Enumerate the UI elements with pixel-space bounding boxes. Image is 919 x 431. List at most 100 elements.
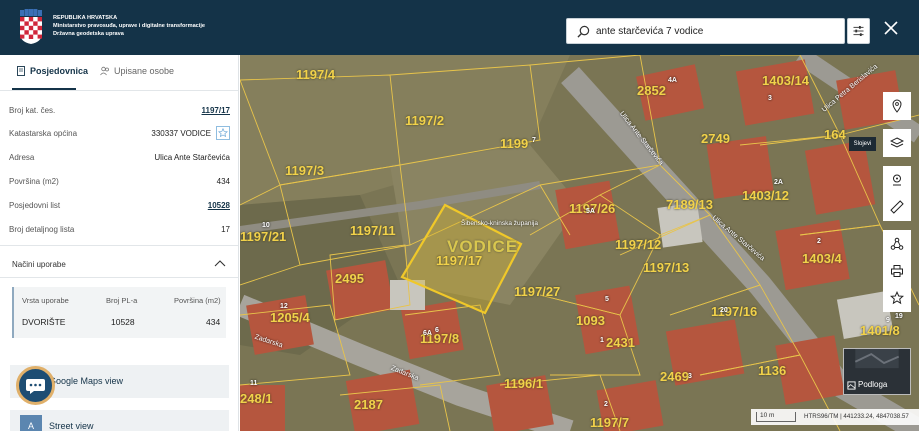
scale-indicator: 10 m xyxy=(756,412,796,422)
parcel-label: 2431 xyxy=(606,335,635,350)
scale-bar: 10 m HTRS96/TM | 441233.24, 4847038.57 xyxy=(751,409,919,425)
location-pin-icon xyxy=(892,99,902,113)
map-view[interactable]: 1197/4 1197/2 1199 1197/3 1197/21 1197/1… xyxy=(240,55,919,431)
table-header: Površina (m2) xyxy=(174,296,221,305)
chat-button[interactable] xyxy=(16,366,55,405)
tab-label: Posjedovnica xyxy=(30,66,89,76)
parcel-label: 1197/11 xyxy=(350,223,396,238)
divider xyxy=(0,245,238,246)
google-maps-view-label: Google Maps view xyxy=(49,376,124,386)
street-view-badge: A xyxy=(20,415,42,431)
table-header: Broj PL-a xyxy=(106,296,138,305)
building-number: 2A xyxy=(774,179,783,186)
building-number: 7 xyxy=(532,137,536,144)
parcel-label: 1199 xyxy=(500,136,529,151)
org-line-3: Državna geodetska uprava xyxy=(53,31,124,37)
building-number: 19 xyxy=(895,313,903,320)
tab-label: Upisane osobe xyxy=(114,66,175,76)
field-broj-kat-ces: Broj kat. čes. 1197/17 xyxy=(9,103,230,119)
field-posjedovni-list: Posjedovni list 10528 xyxy=(9,198,230,214)
parcel-label: 1197/21 xyxy=(240,229,287,244)
parcel-label: 1197/27 xyxy=(514,284,561,299)
county-label: Šibensko-kninska županija xyxy=(461,220,538,227)
field-value: Ulica Ante Starčevića xyxy=(154,153,230,162)
table-cell: 434 xyxy=(206,317,221,327)
field-label: Površina (m2) xyxy=(9,177,59,186)
building-number: 12 xyxy=(280,303,288,310)
favorite-star-icon[interactable] xyxy=(216,126,230,140)
share-button[interactable] xyxy=(883,230,911,258)
favorite-button[interactable] xyxy=(883,284,911,312)
building-number: 3 xyxy=(768,95,772,102)
layers-button[interactable] xyxy=(883,129,911,157)
field-katastarska-opcina: Katastarska općina 330337 VODICE xyxy=(9,126,230,142)
building-number: 2 xyxy=(604,401,608,408)
parcel-label: 1197/3 xyxy=(285,163,325,178)
parcel-label: 1197/7 xyxy=(590,415,630,430)
parcel-label: 1197/13 xyxy=(643,260,690,275)
close-icon[interactable] xyxy=(879,16,903,40)
field-label: Katastarska općina xyxy=(9,129,78,138)
basemap-preview xyxy=(854,349,900,369)
org-line-2: Ministarstvo pravosuđa, uprave i digital… xyxy=(53,23,206,29)
field-povrsina: Površina (m2) 434 xyxy=(9,174,230,190)
field-value: 17 xyxy=(221,225,230,234)
layers-tooltip: Slojevi xyxy=(849,137,876,151)
field-label: Adresa xyxy=(9,153,35,162)
zoom-search-button[interactable] xyxy=(883,166,911,194)
building-number: 1 xyxy=(600,337,604,344)
parcel-label: 248/1 xyxy=(240,391,273,406)
parcel-label: 1196/1 xyxy=(504,376,544,391)
layers-icon xyxy=(890,137,904,148)
field-adresa: Adresa Ulica Ante Starčevića xyxy=(9,150,230,166)
parcel-label: 2495 xyxy=(335,271,364,286)
parcel-label: 7189/13 xyxy=(666,197,713,212)
table-cell: DVORIŠTE xyxy=(22,317,66,327)
measure-button[interactable] xyxy=(883,193,911,221)
parcel-label: 1403/12 xyxy=(742,188,789,203)
parcel-label: 1401/8 xyxy=(860,323,900,338)
chevron-up-icon[interactable] xyxy=(214,258,226,268)
people-icon xyxy=(100,66,109,76)
document-icon xyxy=(17,66,25,76)
location-button[interactable] xyxy=(883,92,911,120)
field-value: 330337 VODICE xyxy=(151,129,211,138)
star-icon xyxy=(890,291,904,305)
basemap-switcher[interactable]: Podloga xyxy=(843,348,911,395)
building-number: 9 xyxy=(886,317,890,324)
table-cell: 10528 xyxy=(111,317,135,327)
building-number: 4A xyxy=(668,77,677,84)
parcel-number-link[interactable]: 1197/17 xyxy=(202,106,230,115)
app-header: REPUBLIKA HRVATSKA Ministarstvo pravosuđ… xyxy=(0,0,919,55)
search-input[interactable] xyxy=(596,23,836,40)
croatian-coat-of-arms-icon xyxy=(20,9,42,44)
parcel-label: 164 xyxy=(824,127,846,142)
street-view-card[interactable]: A Street view xyxy=(10,410,229,431)
parcel-label: 1093 xyxy=(576,313,605,328)
active-tab-indicator xyxy=(12,88,76,90)
posjedovni-list-link[interactable]: 10528 xyxy=(208,201,230,210)
share-icon xyxy=(890,237,904,250)
basemap-label: Podloga xyxy=(858,380,888,389)
parcel-label: 1403/4 xyxy=(802,251,842,266)
field-label: Broj kat. čes. xyxy=(9,106,56,115)
print-button[interactable] xyxy=(883,257,911,285)
filter-button[interactable] xyxy=(847,18,870,44)
parcel-label: 1197/2 xyxy=(405,113,445,128)
print-icon xyxy=(891,265,903,277)
scale-label: 10 m xyxy=(760,412,775,419)
tab-upisane-osobe[interactable]: Upisane osobe xyxy=(100,66,174,76)
parcel-label: 1197/12 xyxy=(615,237,662,252)
building-number: 20 xyxy=(720,307,728,314)
building-number: 6A xyxy=(423,330,432,337)
parcel-label: 2749 xyxy=(701,131,730,146)
org-line-1: REPUBLIKA HRVATSKA xyxy=(53,15,118,21)
nacini-uporabe-header[interactable]: Načini uporabe xyxy=(12,260,66,269)
tab-posjedovnica[interactable]: Posjedovnica xyxy=(16,66,88,76)
parcel-label: 2852 xyxy=(637,83,666,98)
building-number: 2 xyxy=(817,238,821,245)
building-number: 10 xyxy=(262,222,270,229)
organization-name: REPUBLIKA HRVATSKA Ministarstvo pravosuđ… xyxy=(53,14,205,38)
search-box[interactable] xyxy=(566,18,845,44)
field-value: 434 xyxy=(216,177,230,186)
